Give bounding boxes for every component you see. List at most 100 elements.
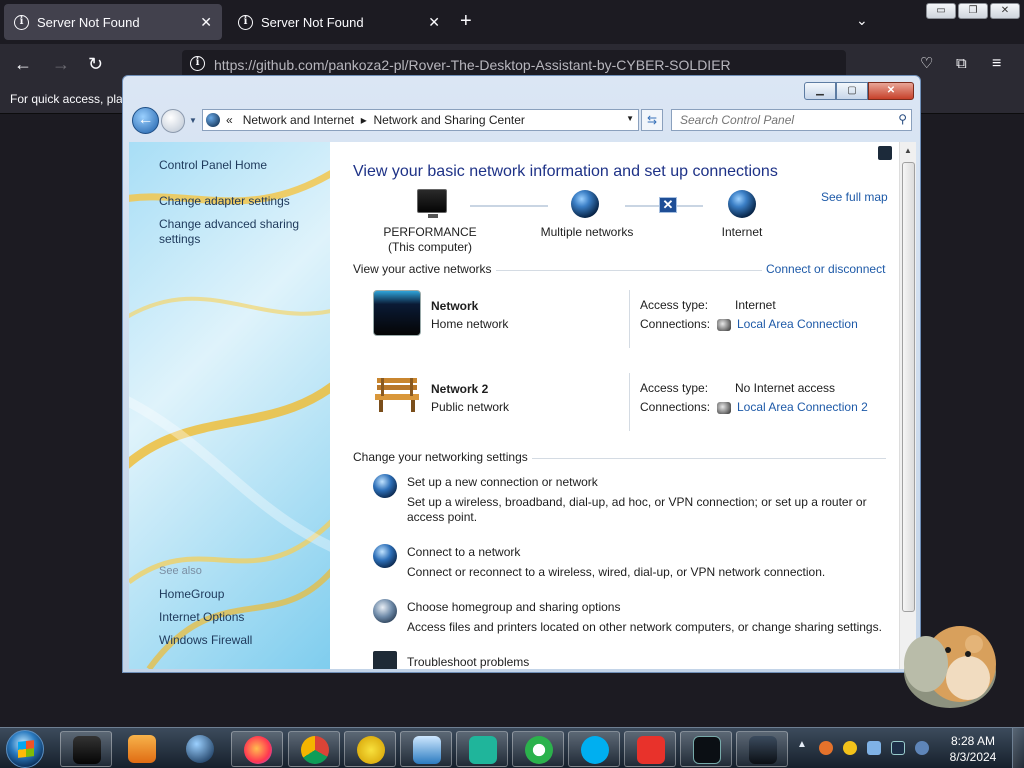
network-column-divider xyxy=(629,373,630,431)
taskbar-app-media-player[interactable] xyxy=(116,731,168,767)
taskbar-app-download[interactable] xyxy=(400,731,452,767)
windows-taskbar: ▲ 8:28 AM 8/3/2024 xyxy=(0,727,1024,768)
tray-plus-icon[interactable] xyxy=(843,741,857,755)
taskbar-app-wps[interactable] xyxy=(624,731,676,767)
public-network-link[interactable]: Public network xyxy=(431,400,509,414)
internet-explorer-icon xyxy=(525,736,553,764)
tab-close-icon[interactable]: ✕ xyxy=(200,14,212,31)
menu-hamburger-icon[interactable]: ≡ xyxy=(992,52,1001,76)
tray-shield-icon[interactable] xyxy=(867,741,881,755)
tray-volume-icon[interactable] xyxy=(915,741,929,755)
taskbar-app-plus[interactable] xyxy=(344,731,396,767)
close-button[interactable]: ✕ xyxy=(990,3,1020,19)
breadcrumb-network-internet[interactable]: Network and Internet xyxy=(243,113,354,127)
resource-monitor-icon xyxy=(693,736,721,764)
taskbar-app-ie[interactable] xyxy=(512,731,564,767)
home-network-link[interactable]: Home network xyxy=(431,317,508,331)
back-arrow-icon[interactable]: ← xyxy=(14,52,32,76)
taskbar-app-monitor-graph[interactable] xyxy=(680,731,732,767)
new-connection-icon xyxy=(373,474,397,498)
restore-button[interactable]: ❐ xyxy=(958,3,988,19)
tab-title: Server Not Found xyxy=(37,14,140,30)
system-clock[interactable]: 8:28 AM 8/3/2024 xyxy=(943,733,1003,765)
media-player-icon xyxy=(128,735,156,763)
taskbar-app-network-globe[interactable] xyxy=(174,731,226,767)
scrollbar-thumb[interactable] xyxy=(902,162,915,612)
start-button[interactable] xyxy=(6,730,44,768)
access-type-value: No Internet access xyxy=(735,381,836,395)
connections-label: Connections: xyxy=(640,317,711,331)
scroll-up-icon[interactable]: ▲ xyxy=(904,146,912,155)
taskbar-app-skype[interactable] xyxy=(568,731,620,767)
address-bar[interactable]: « Network and Internet ▸ Network and Sha… xyxy=(202,109,639,131)
recent-pages-chevron-icon[interactable]: ▼ xyxy=(189,116,197,125)
reload-icon[interactable]: ↻ xyxy=(88,52,103,76)
list-all-tabs-chevron-icon[interactable]: ⌄ xyxy=(856,12,868,29)
forward-arrow-icon[interactable]: → xyxy=(52,52,70,76)
refresh-icon[interactable]: ⇆ xyxy=(641,109,663,131)
connect-to-network-link[interactable]: Connect to a network xyxy=(407,545,520,559)
computer-label: PERFORMANCE (This computer) xyxy=(380,225,480,255)
ethernet-icon xyxy=(717,401,731,414)
taskbar-app-firefox[interactable] xyxy=(231,731,283,767)
desktop-assistant-hamster[interactable] xyxy=(898,620,1002,712)
search-box[interactable]: ⚲ xyxy=(671,109,912,131)
key-icon xyxy=(469,736,497,764)
breadcrumb-network-sharing-center[interactable]: Network and Sharing Center xyxy=(373,113,524,127)
search-input[interactable] xyxy=(680,110,890,130)
search-icon[interactable]: ⚲ xyxy=(898,112,907,126)
sidebar-item-change-adapter-settings[interactable]: Change adapter settings xyxy=(159,194,290,209)
sidebar-item-internet-options[interactable]: Internet Options xyxy=(159,610,244,625)
plus-icon xyxy=(357,736,385,764)
forward-button[interactable] xyxy=(161,109,185,133)
window-maximize-button[interactable]: ▢ xyxy=(836,82,868,100)
homegroup-sharing-link[interactable]: Choose homegroup and sharing options xyxy=(407,600,620,614)
taskbar-app-key[interactable] xyxy=(456,731,508,767)
show-desktop-button[interactable] xyxy=(1012,728,1024,768)
help-icon[interactable] xyxy=(878,146,892,160)
tray-network-icon[interactable] xyxy=(891,741,905,755)
sidebar-item-control-panel-home[interactable]: Control Panel Home xyxy=(159,158,267,173)
homegroup-icon xyxy=(373,599,397,623)
chrome-icon xyxy=(301,736,329,764)
tab-server-not-found-2[interactable]: i Server Not Found ✕ xyxy=(228,4,450,40)
local-area-connection-link[interactable]: Local Area Connection xyxy=(737,317,858,331)
tab-server-not-found-1[interactable]: i Server Not Found ✕ xyxy=(4,4,222,40)
extensions-icon[interactable]: ⧉ xyxy=(956,52,967,76)
globe-icon xyxy=(186,735,214,763)
breadcrumb-overflow[interactable]: « xyxy=(226,113,233,127)
url-text[interactable]: https://github.com/pankoza2-pl/Rover-The… xyxy=(214,57,774,73)
taskbar-app-network-center[interactable] xyxy=(736,731,788,767)
setup-new-connection-link[interactable]: Set up a new connection or network xyxy=(407,475,598,489)
computer-name: PERFORMANCE xyxy=(383,225,477,239)
window-minimize-button[interactable]: ▁ xyxy=(804,82,836,100)
sidebar-item-homegroup[interactable]: HomeGroup xyxy=(159,587,224,602)
tray-orange-icon[interactable] xyxy=(819,741,833,755)
minimize-button[interactable]: ▭ xyxy=(926,3,956,19)
see-full-map-link[interactable]: See full map xyxy=(821,190,888,204)
sidebar-item-change-advanced-sharing[interactable]: Change advanced sharing settings xyxy=(159,217,309,247)
tab-close-icon[interactable]: ✕ xyxy=(428,14,440,31)
show-hidden-icons-button[interactable]: ▲ xyxy=(797,739,807,750)
task-description: access point. xyxy=(407,510,478,524)
troubleshoot-problems-link[interactable]: Troubleshoot problems xyxy=(407,655,529,669)
taskbar-app-chrome[interactable] xyxy=(288,731,340,767)
window-close-button[interactable]: ✕ xyxy=(868,82,914,100)
new-tab-plus-icon[interactable]: + xyxy=(460,10,472,32)
pocket-icon[interactable]: ♡ xyxy=(920,52,933,76)
address-dropdown-icon[interactable]: ▼ xyxy=(626,114,634,123)
local-area-connection-2-link[interactable]: Local Area Connection 2 xyxy=(737,400,868,414)
taskbar-app-monitor[interactable] xyxy=(60,731,112,767)
site-info-icon[interactable]: i xyxy=(190,56,205,71)
network-name: Network xyxy=(431,299,479,313)
task-description: Set up a wireless, broadband, dial-up, a… xyxy=(407,495,867,509)
troubleshoot-icon xyxy=(373,651,397,669)
clock-date: 8/3/2024 xyxy=(949,750,997,764)
main-content: View your basic network information and … xyxy=(330,142,899,669)
internet-globe-icon xyxy=(728,190,756,218)
browser-tab-bar: i Server Not Found ✕ i Server Not Found … xyxy=(0,0,1024,44)
sidebar-item-windows-firewall[interactable]: Windows Firewall xyxy=(159,633,252,648)
vertical-scrollbar[interactable]: ▲ ▼ xyxy=(899,142,916,669)
back-button[interactable]: ← xyxy=(132,107,159,134)
connect-or-disconnect-link[interactable]: Connect or disconnect xyxy=(762,262,890,276)
